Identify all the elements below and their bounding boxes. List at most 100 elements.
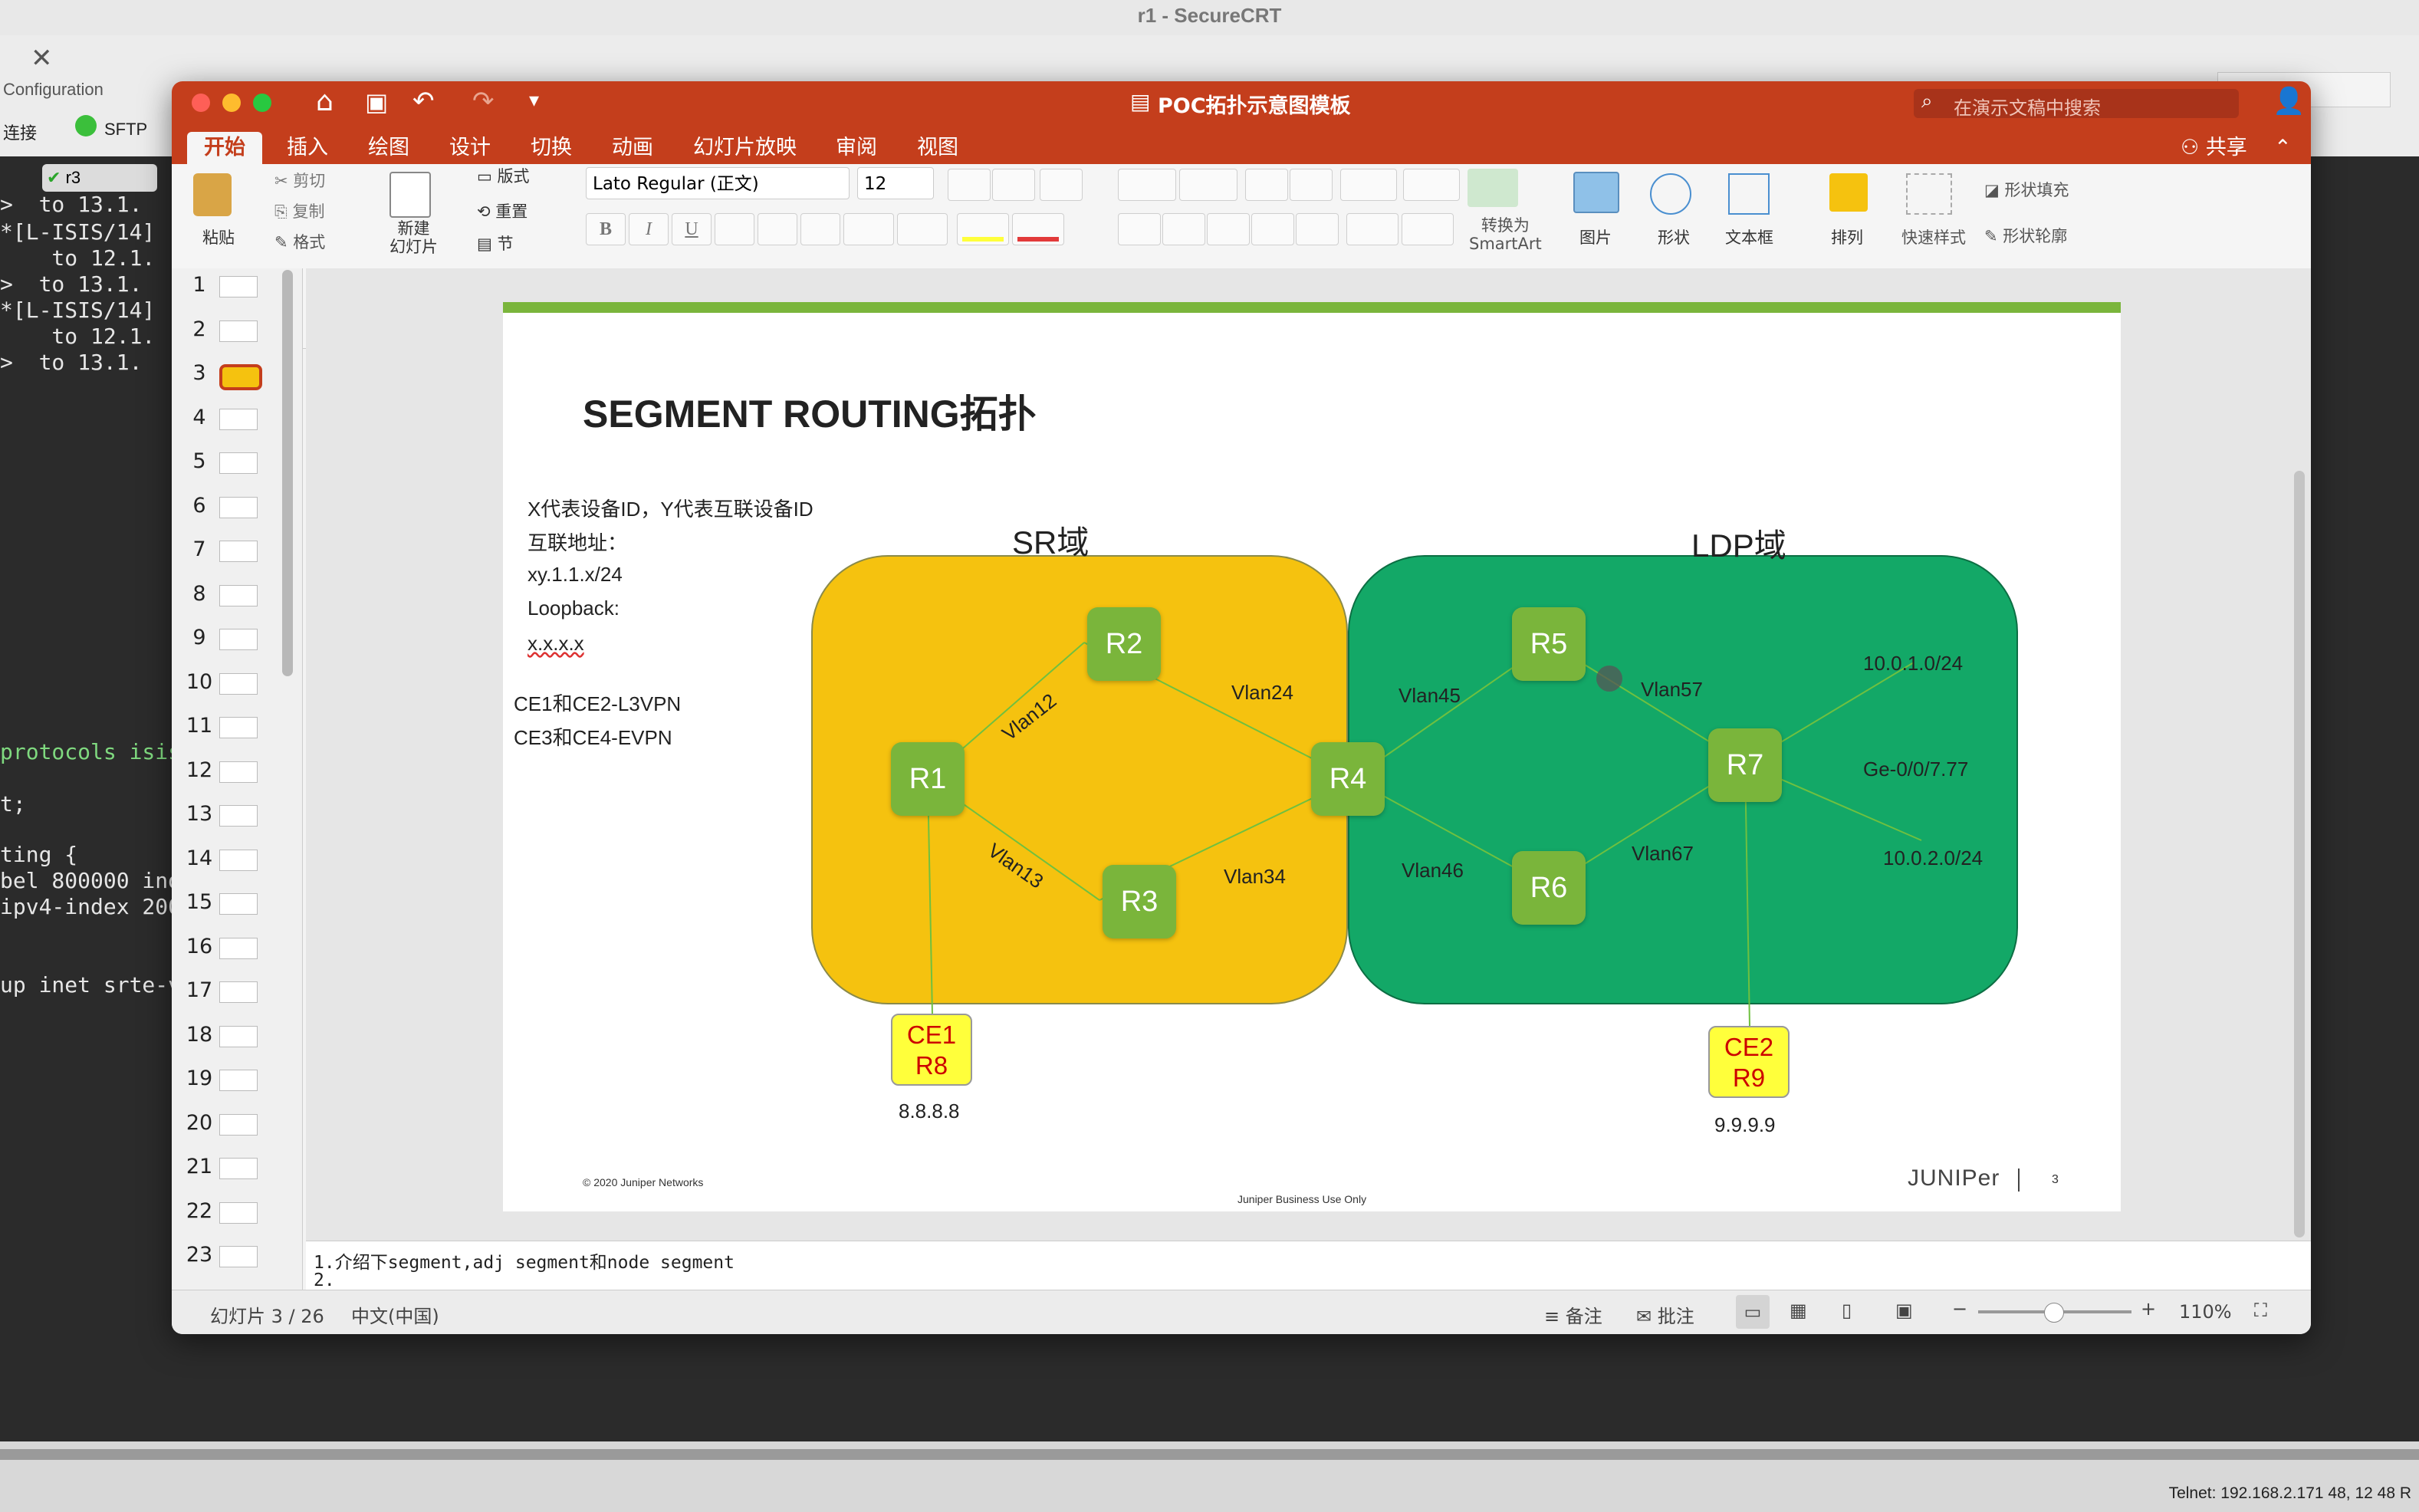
customize-toolbar-icon[interactable]: ▾ — [529, 89, 539, 112]
slide-thumbnail-number[interactable]: 13 — [184, 802, 215, 826]
layout-button[interactable]: ▭ 版式 — [477, 164, 530, 187]
justify-button[interactable] — [1251, 213, 1294, 245]
slide-thumbnail[interactable] — [219, 629, 258, 650]
slide-thumbnail-number[interactable]: 18 — [184, 1023, 215, 1047]
strikethrough-button[interactable] — [715, 213, 754, 245]
slide-thumbnail-number[interactable]: 21 — [184, 1155, 215, 1178]
paste-icon[interactable] — [193, 173, 232, 216]
slide-thumbnail[interactable] — [219, 672, 258, 695]
increase-indent-button[interactable] — [1290, 169, 1333, 201]
reset-button[interactable]: ⟲ 重置 — [477, 199, 528, 222]
router-r4[interactable]: R4 — [1311, 742, 1385, 816]
slide-thumbnail-number[interactable]: 19 — [184, 1067, 215, 1090]
font-size-select[interactable]: 12 — [857, 167, 934, 199]
decrease-font-button[interactable] — [992, 169, 1035, 201]
character-spacing-button[interactable] — [843, 213, 894, 245]
paste-label[interactable]: 粘贴 — [202, 225, 235, 248]
search-box[interactable]: ⌕ 在演示文稿中搜索 — [1914, 89, 2239, 119]
slide-thumbnail[interactable] — [219, 1070, 258, 1091]
numbering-button[interactable] — [1179, 169, 1237, 201]
slide-thumbnail[interactable] — [219, 364, 262, 390]
router-r2[interactable]: R2 — [1087, 607, 1161, 681]
subscript-button[interactable] — [800, 213, 840, 245]
align-right-button[interactable] — [1207, 213, 1250, 245]
slide-thumbnail[interactable] — [219, 805, 258, 827]
slideshow-icon[interactable]: ▣ — [1895, 1300, 1913, 1321]
picture-icon[interactable] — [1573, 172, 1619, 213]
slide-thumbnail-number[interactable]: 3 — [184, 361, 215, 385]
decrease-indent-button[interactable] — [1245, 169, 1288, 201]
shape-fill-button[interactable]: ◪ 形状填充 — [1984, 178, 2069, 201]
slide-thumbnail[interactable] — [219, 541, 258, 562]
font-name-select[interactable]: Lato Regular (正文) — [586, 167, 850, 199]
thumbnail-scrollbar[interactable] — [282, 270, 293, 676]
tab-draw[interactable]: 绘图 — [368, 132, 409, 164]
home-icon[interactable]: ⌂ — [316, 86, 334, 117]
new-slide-icon[interactable] — [389, 172, 431, 218]
ce2-router[interactable]: CE2 R9 — [1708, 1026, 1790, 1098]
slide-thumbnail[interactable] — [219, 717, 258, 738]
slide-sorter-icon[interactable]: ▦ — [1790, 1300, 1807, 1321]
tab-view[interactable]: 视图 — [917, 132, 958, 164]
increase-font-button[interactable] — [948, 169, 991, 201]
zoom-slider-handle[interactable] — [2044, 1303, 2064, 1323]
tab-design[interactable]: 设计 — [449, 132, 491, 164]
underline-button[interactable]: U — [672, 213, 712, 245]
slide-thumbnail[interactable] — [219, 320, 258, 342]
router-r6[interactable]: R6 — [1512, 851, 1586, 925]
slide-thumbnail[interactable] — [219, 761, 258, 783]
slide-thumbnail[interactable] — [219, 893, 258, 915]
superscript-button[interactable] — [758, 213, 797, 245]
slide-thumbnail-number[interactable]: 15 — [184, 890, 215, 914]
connect-button[interactable]: 连接 — [3, 120, 37, 144]
scrollbar-track[interactable] — [0, 1449, 2419, 1460]
ce1-router[interactable]: CE1 R8 — [891, 1014, 972, 1086]
slide-thumbnail[interactable] — [219, 937, 258, 959]
router-r7[interactable]: R7 — [1708, 728, 1782, 802]
slide-scrollbar[interactable] — [2294, 471, 2305, 1238]
router-r3[interactable]: R3 — [1103, 865, 1176, 938]
italic-button[interactable]: I — [629, 213, 669, 245]
slide-thumbnail-number[interactable]: 4 — [184, 406, 215, 429]
slide-thumbnail[interactable] — [219, 1246, 258, 1267]
comments-button[interactable]: ✉ 批注 — [1636, 1301, 1694, 1328]
account-icon[interactable]: 👤 — [2273, 86, 2305, 117]
slide-thumbnail-number[interactable]: 9 — [184, 626, 215, 649]
smartart-icon[interactable] — [1468, 169, 1518, 207]
cut-button[interactable]: ✂ 剪切 — [274, 169, 325, 192]
notes-button[interactable]: ≡ 备注 — [1544, 1301, 1602, 1328]
session-tab-r3[interactable]: ✔ r3 — [42, 164, 157, 192]
highlight-color-button[interactable] — [957, 213, 1009, 245]
slide-thumbnail-number[interactable]: 20 — [184, 1111, 215, 1135]
zoom-in-icon[interactable]: + — [2141, 1298, 2156, 1320]
slide-thumbnail[interactable] — [219, 1201, 258, 1224]
undo-icon[interactable]: ↶ — [412, 86, 435, 117]
slide-thumbnail[interactable] — [219, 1158, 258, 1179]
slide-thumbnail-number[interactable]: 16 — [184, 935, 215, 958]
slide-thumbnail[interactable] — [219, 496, 258, 518]
fit-slide-icon[interactable]: ⛶ — [2254, 1300, 2267, 1321]
slide-thumbnail-number[interactable]: 8 — [184, 582, 215, 606]
minimize-window-button[interactable] — [222, 94, 241, 112]
quick-styles-label[interactable]: 快速样式 — [1901, 225, 1966, 248]
align-text-button[interactable] — [1402, 213, 1454, 245]
share-button[interactable]: ⚇ 共享 — [2181, 132, 2247, 164]
tab-review[interactable]: 审阅 — [836, 132, 877, 164]
columns-button[interactable] — [1403, 169, 1460, 201]
sftp-button[interactable]: SFTP — [104, 120, 147, 140]
slide-thumbnail-number[interactable]: 17 — [184, 978, 215, 1002]
align-center-button[interactable] — [1162, 213, 1205, 245]
format-painter-button[interactable]: ✎ 格式 — [274, 230, 325, 253]
slide-thumbnail-number[interactable]: 2 — [184, 317, 215, 341]
textbox-label[interactable]: 文本框 — [1725, 225, 1773, 248]
slide-thumbnail-number[interactable]: 5 — [184, 449, 215, 473]
arrange-icon[interactable] — [1829, 173, 1868, 212]
zoom-out-icon[interactable]: − — [1952, 1298, 1967, 1320]
slide-thumbnail-number[interactable]: 22 — [184, 1199, 215, 1223]
text-direction-button[interactable] — [1346, 213, 1398, 245]
slide-thumbnail[interactable] — [219, 1113, 258, 1136]
speaker-notes[interactable]: 1.介绍下segment,adj segment和node segment 2. — [306, 1241, 2311, 1290]
slide-thumbnail-number[interactable]: 10 — [184, 670, 215, 694]
tab-insert[interactable]: 插入 — [287, 132, 328, 164]
bold-button[interactable]: B — [586, 213, 626, 245]
